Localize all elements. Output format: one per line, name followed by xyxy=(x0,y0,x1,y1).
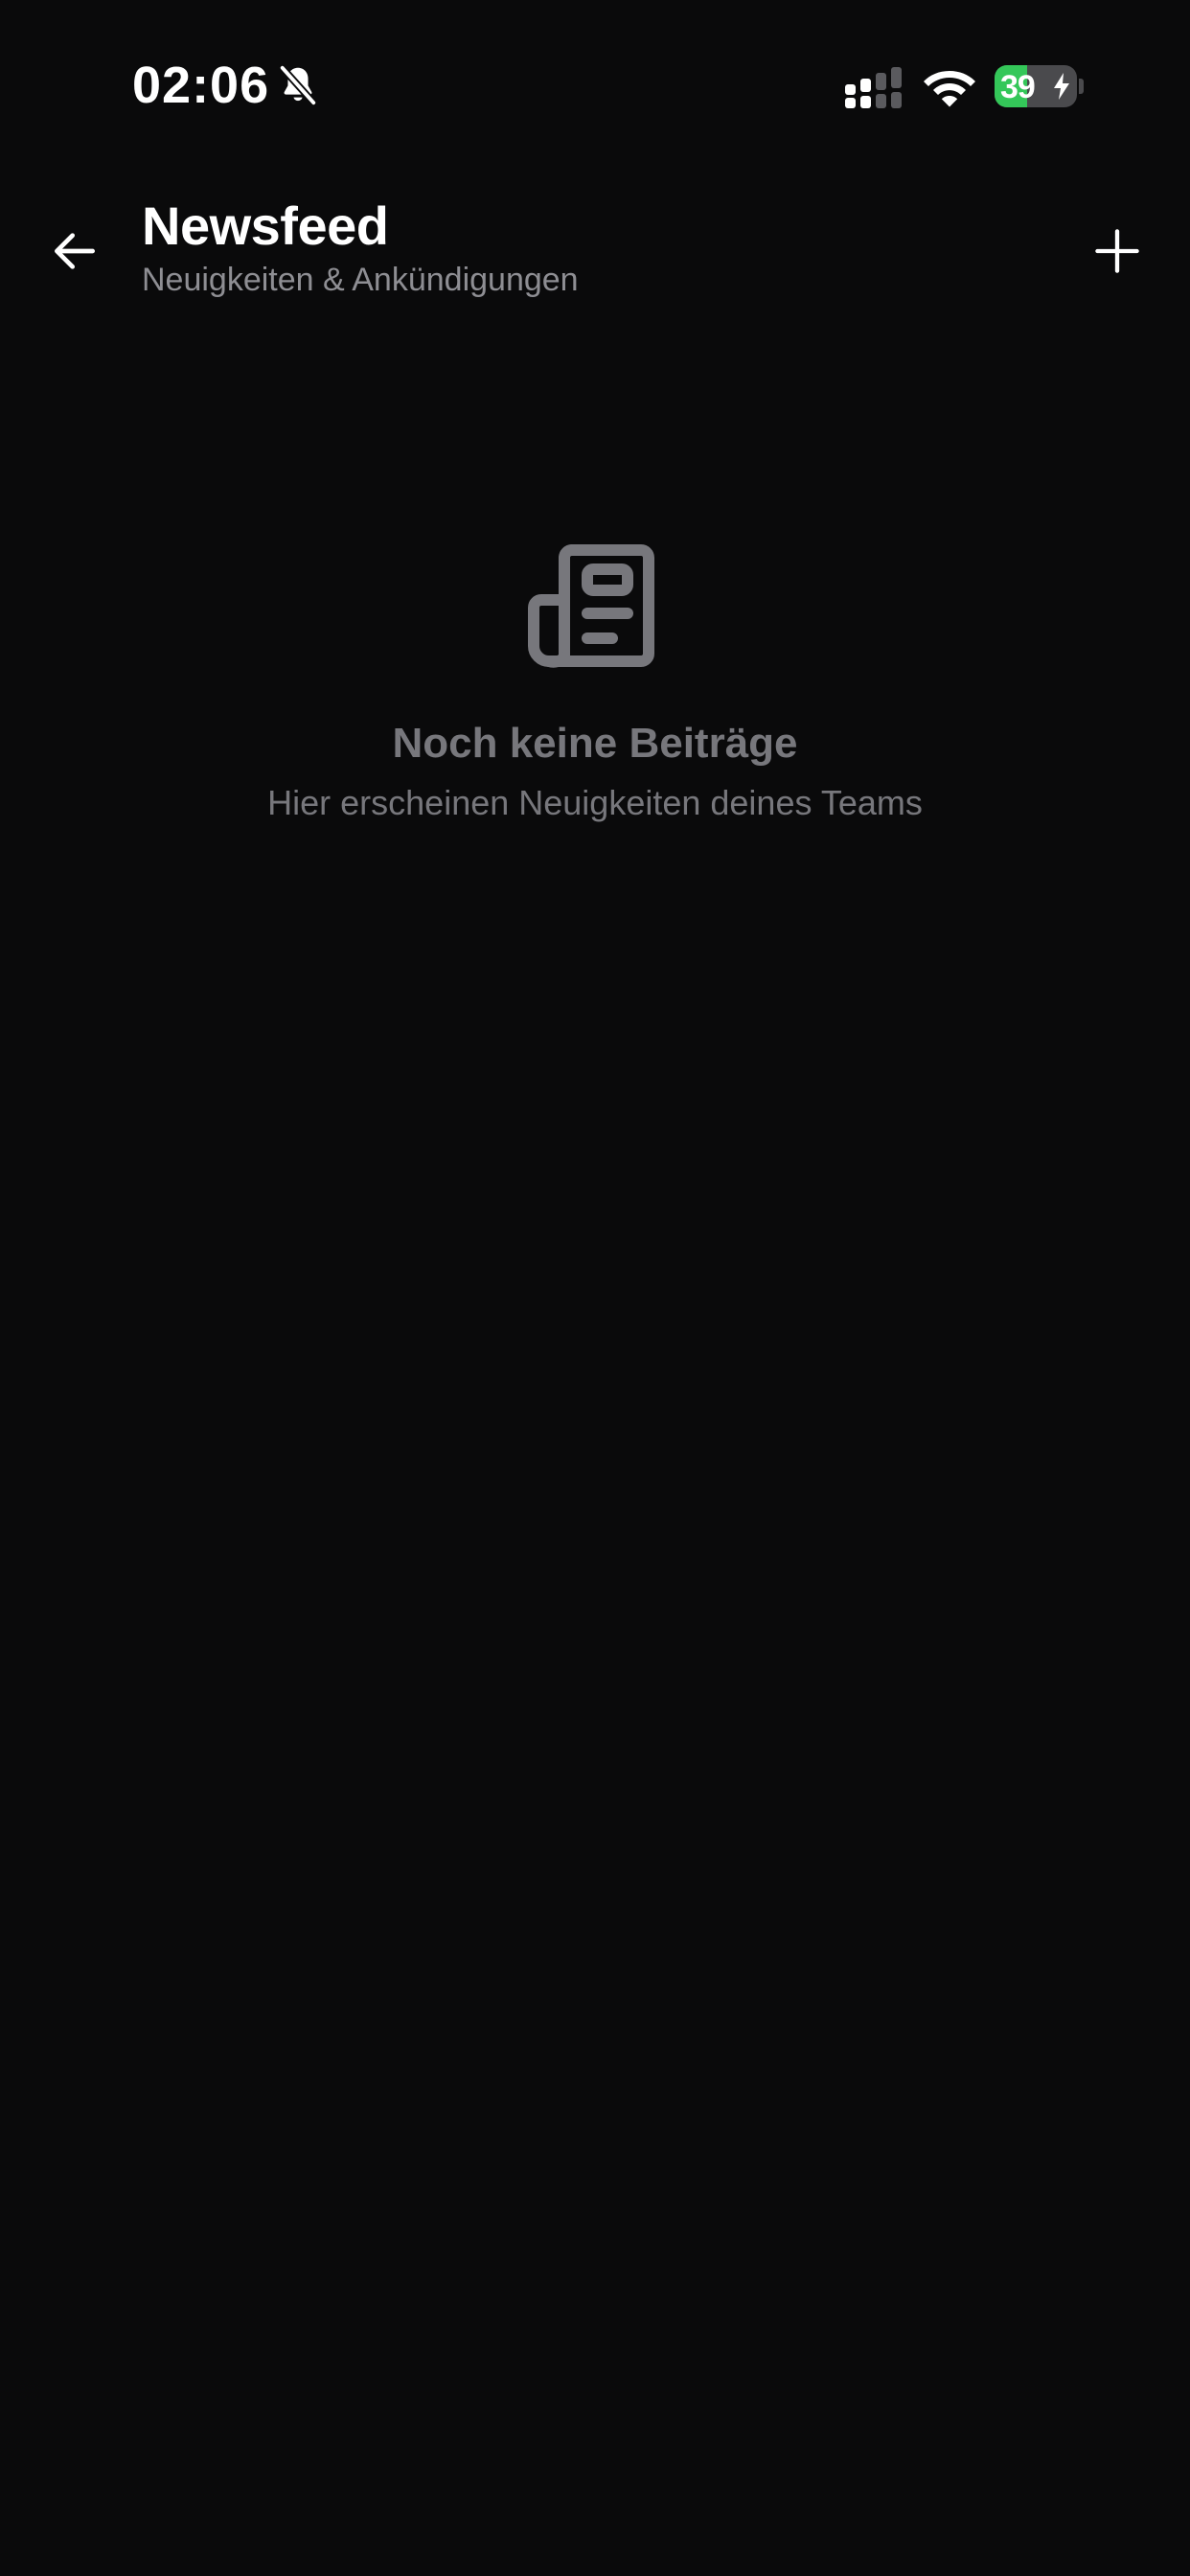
newspaper-icon xyxy=(528,544,654,668)
back-button[interactable] xyxy=(38,215,111,288)
empty-state: Noch keine Beiträge Hier erscheinen Neui… xyxy=(0,537,1190,826)
add-post-button[interactable] xyxy=(1081,215,1154,288)
page-title: Newsfeed xyxy=(142,196,389,256)
battery-percent: 39 xyxy=(1000,69,1036,105)
status-time: 02:06 xyxy=(132,57,270,114)
empty-state-subtitle: Hier erscheinen Neuigkeiten deines Teams xyxy=(267,783,923,822)
battery-cap xyxy=(1079,79,1084,94)
page-subtitle: Neuigkeiten & Ankündigungen xyxy=(142,262,579,298)
header-titles: Newsfeed Neuigkeiten & Ankündigungen xyxy=(142,196,579,301)
arrow-left-icon xyxy=(55,233,95,269)
plus-icon xyxy=(1095,229,1139,273)
wifi-icon xyxy=(924,71,975,107)
empty-state-title: Noch keine Beiträge xyxy=(392,720,798,767)
status-bar: 02:06 39 xyxy=(0,0,1190,172)
header: Newsfeed Neuigkeiten & Ankündigungen xyxy=(0,172,1190,326)
bell-off-icon xyxy=(278,63,318,107)
battery-charging-icon: 39 xyxy=(995,65,1077,107)
charging-bolt-icon xyxy=(1054,73,1069,100)
cellular-signal-icon xyxy=(845,67,902,108)
